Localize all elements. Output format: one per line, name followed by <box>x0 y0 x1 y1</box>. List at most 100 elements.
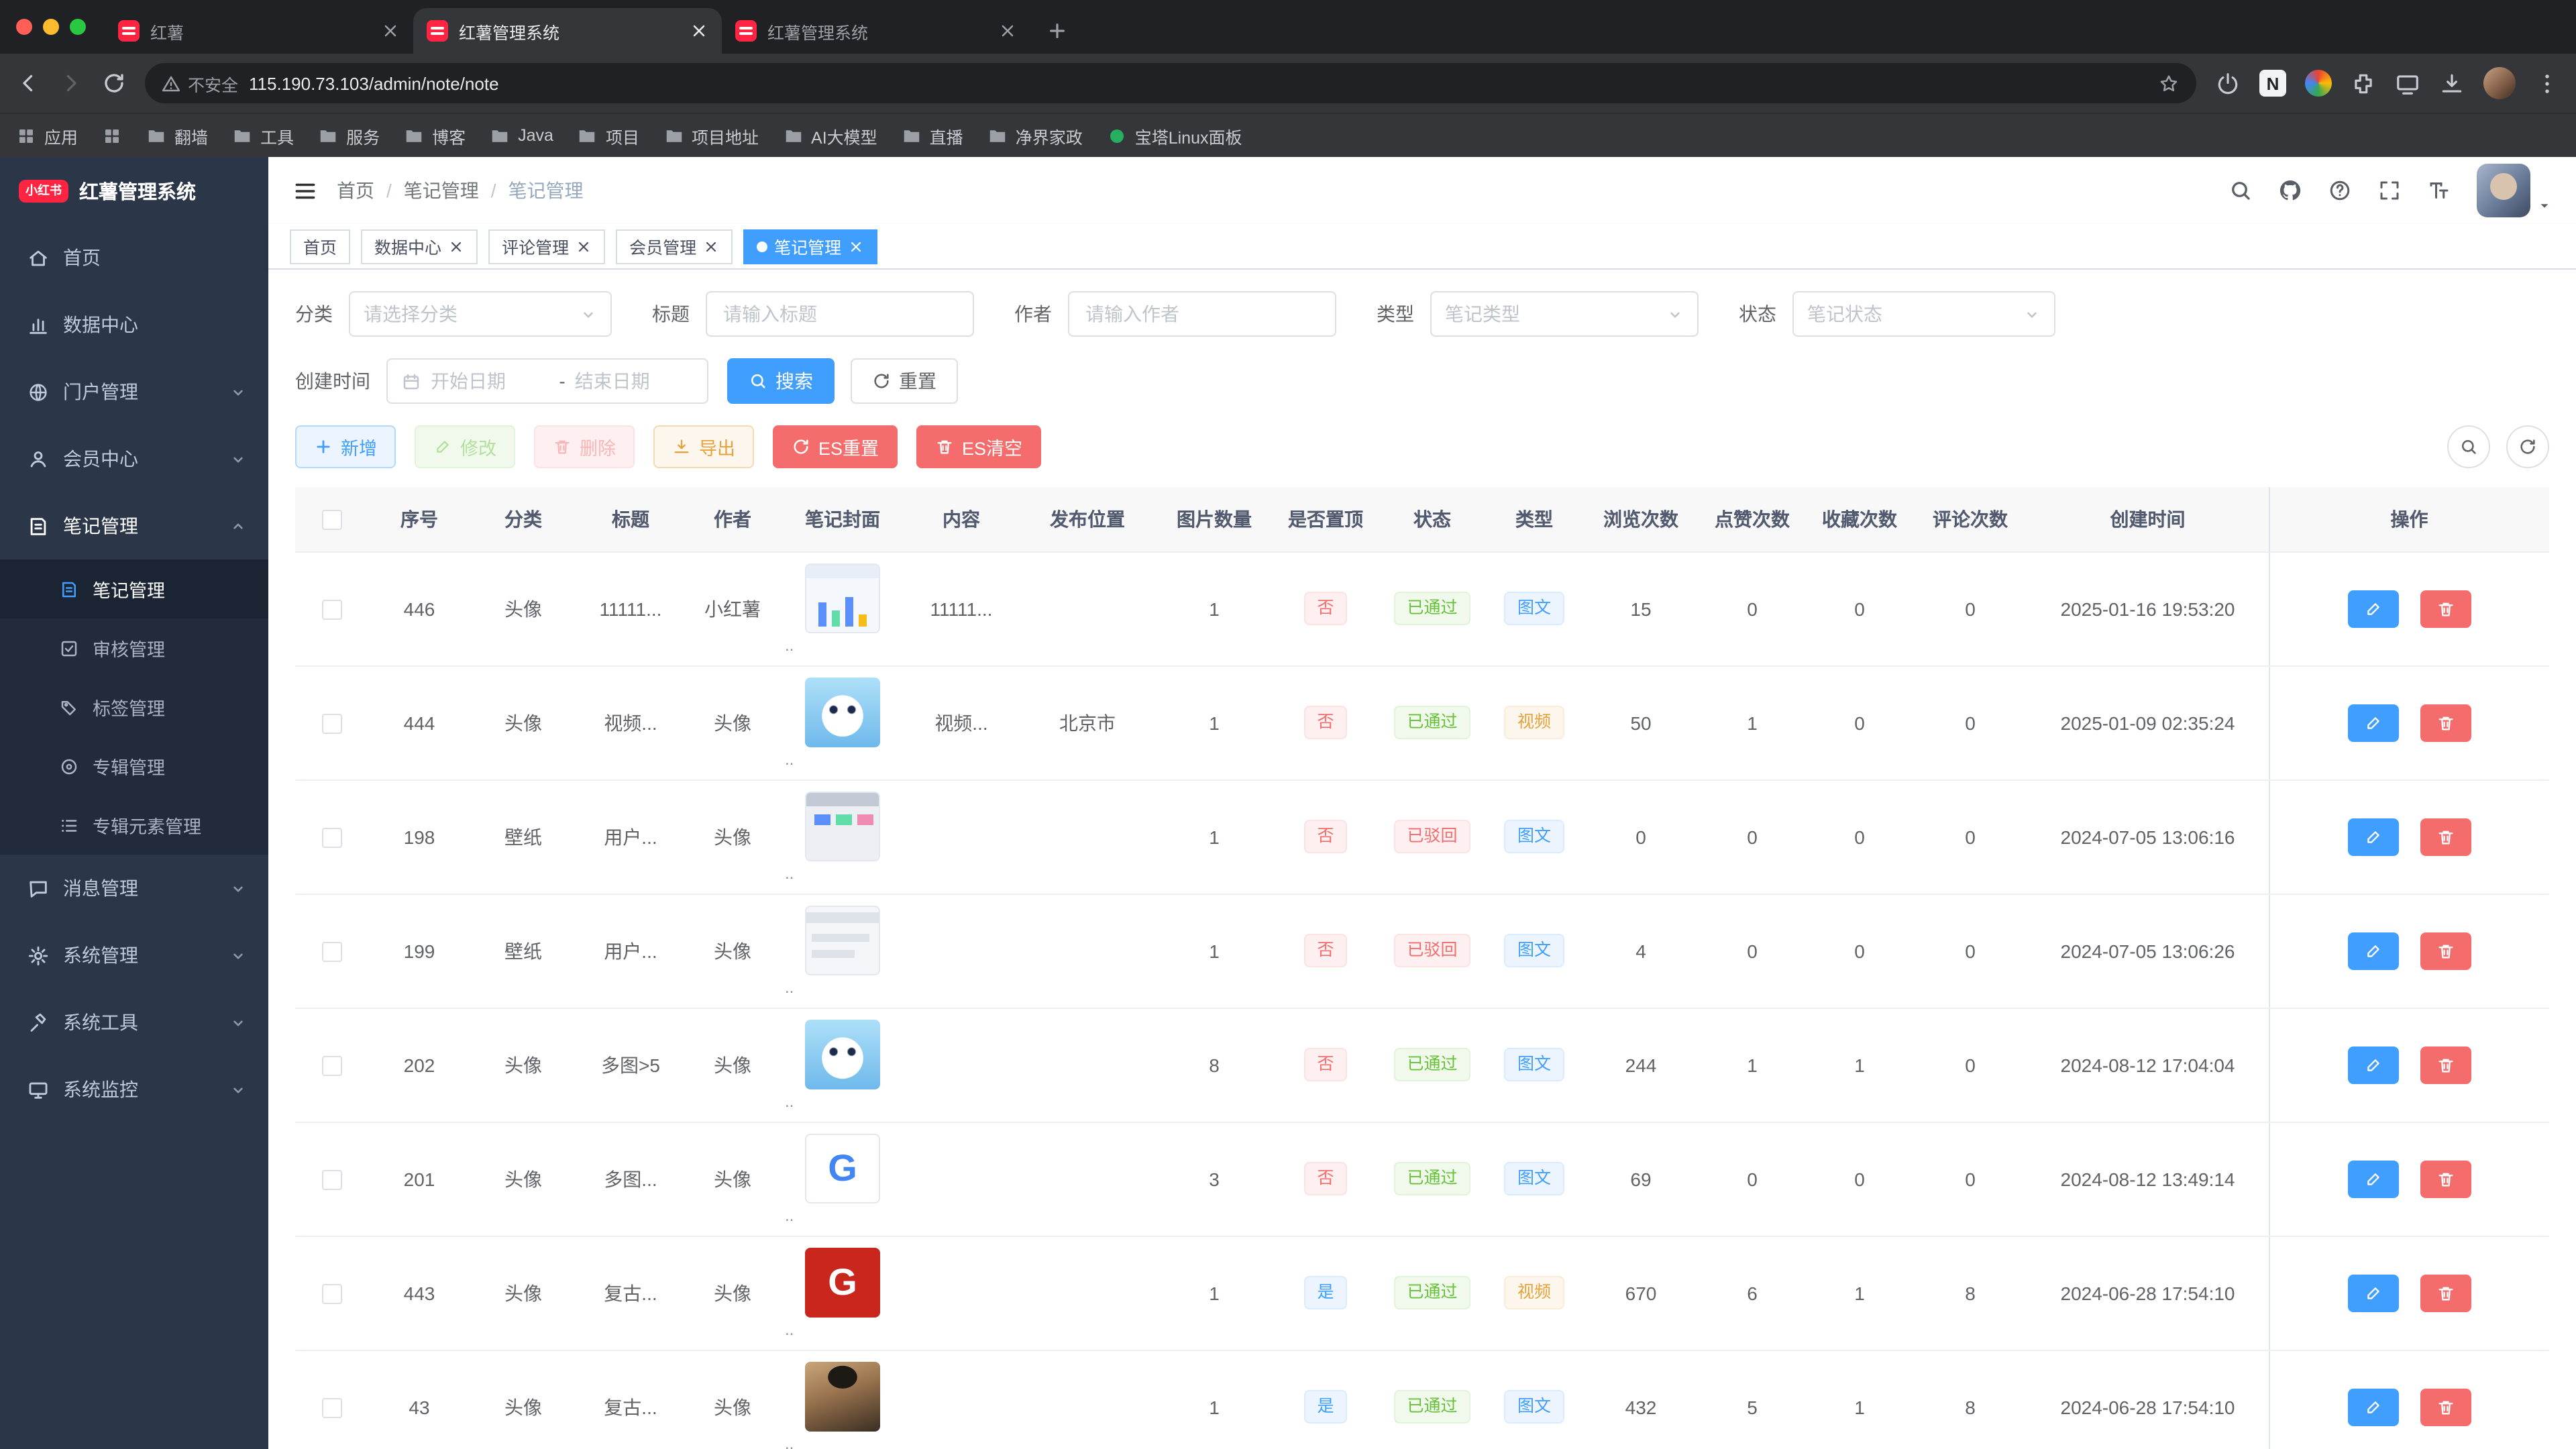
note-cover-image[interactable] <box>805 792 880 861</box>
bookmark-star-icon[interactable] <box>2157 72 2180 95</box>
export-button[interactable]: 导出 <box>653 425 754 468</box>
row-edit-button[interactable] <box>2348 1274 2399 1311</box>
title-input[interactable] <box>706 291 974 337</box>
breadcrumb-item[interactable]: 笔记管理 <box>374 177 479 204</box>
url-text[interactable]: 115.190.73.103/admin/note/note <box>249 73 2147 93</box>
note-cover-image[interactable] <box>805 564 880 633</box>
sidebar-toggle-icon[interactable] <box>292 178 318 203</box>
sidebar-item-member[interactable]: 会员中心 <box>0 425 268 492</box>
search-button[interactable]: 搜索 <box>727 358 835 404</box>
window-minimize-button[interactable] <box>43 19 59 35</box>
es-reset-button[interactable]: ES重置 <box>773 425 898 468</box>
forward-icon[interactable] <box>59 71 83 95</box>
row-edit-button[interactable] <box>2348 1388 2399 1426</box>
sidebar-item-message[interactable]: 消息管理 <box>0 855 268 922</box>
tag-item[interactable]: 数据中心 <box>361 229 478 264</box>
sidebar-item-portal[interactable]: 门户管理 <box>0 358 268 425</box>
user-menu[interactable] <box>2477 164 2552 217</box>
back-icon[interactable] <box>16 71 40 95</box>
reset-button[interactable]: 重置 <box>851 358 958 404</box>
row-delete-button[interactable] <box>2420 818 2471 855</box>
note-cover-image[interactable]: G <box>805 1134 880 1203</box>
row-edit-button[interactable] <box>2348 932 2399 969</box>
tab-close-icon[interactable] <box>381 21 400 40</box>
sidebar-item-system[interactable]: 系统管理 <box>0 922 268 989</box>
author-input[interactable] <box>1068 291 1336 337</box>
n-extension-badge[interactable]: N <box>2259 70 2286 97</box>
row-edit-button[interactable] <box>2348 1046 2399 1083</box>
bookmark-item[interactable]: 博客 <box>404 123 466 148</box>
tab-close-icon[interactable] <box>998 21 1017 40</box>
bookmark-item[interactable]: 宝塔Linux面板 <box>1107 123 1242 148</box>
header-search-icon[interactable] <box>2229 178 2253 203</box>
profile-avatar[interactable] <box>2483 67 2516 99</box>
tag-item[interactable]: 首页 <box>290 229 350 264</box>
bookmark-item[interactable]: Java <box>490 125 553 146</box>
status-select[interactable]: 笔记状态 <box>1792 291 2055 337</box>
tag-close-icon[interactable] <box>848 238 864 254</box>
row-checkbox[interactable] <box>322 942 342 962</box>
sidebar-item-album[interactable]: 专辑管理 <box>0 737 268 796</box>
fullscreen-icon[interactable] <box>2377 178 2402 203</box>
row-delete-button[interactable] <box>2420 1046 2471 1083</box>
sidebar-item-monitor[interactable]: 系统监控 <box>0 1056 268 1123</box>
sidebar-item-tag[interactable]: 标签管理 <box>0 678 268 737</box>
help-icon[interactable] <box>2328 178 2352 203</box>
browser-tab-admin-active[interactable]: 红薯管理系统 <box>413 8 722 54</box>
font-size-icon[interactable] <box>2427 178 2451 203</box>
es-clear-button[interactable]: ES清空 <box>916 425 1041 468</box>
tag-close-icon[interactable] <box>703 238 719 254</box>
puzzle-icon[interactable] <box>2351 70 2376 96</box>
sidebar-item-data-center[interactable]: 数据中心 <box>0 291 268 358</box>
cast-icon[interactable] <box>2395 70 2420 96</box>
row-checkbox[interactable] <box>322 600 342 620</box>
row-delete-button[interactable] <box>2420 590 2471 627</box>
window-close-button[interactable] <box>16 19 32 35</box>
window-zoom-button[interactable] <box>70 19 86 35</box>
tag-close-icon[interactable] <box>448 238 464 254</box>
row-edit-button[interactable] <box>2348 1160 2399 1197</box>
row-delete-button[interactable] <box>2420 932 2471 969</box>
sidebar-item-home[interactable]: 首页 <box>0 224 268 291</box>
bookmark-item[interactable]: 工具 <box>232 123 294 148</box>
power-icon[interactable] <box>2215 70 2241 96</box>
note-cover-image[interactable] <box>805 1020 880 1089</box>
type-select[interactable]: 笔记类型 <box>1430 291 1699 337</box>
bookmark-item[interactable]: 直播 <box>902 123 963 148</box>
note-cover-image[interactable] <box>805 678 880 747</box>
add-button[interactable]: 新增 <box>295 425 396 468</box>
tag-close-icon[interactable] <box>576 238 592 254</box>
bookmark-item[interactable]: 翻墙 <box>146 123 208 148</box>
row-checkbox[interactable] <box>322 1170 342 1190</box>
category-select[interactable]: 请选择分类 <box>349 291 612 337</box>
row-checkbox[interactable] <box>322 828 342 848</box>
tag-item[interactable]: 笔记管理 <box>743 229 877 264</box>
row-checkbox[interactable] <box>322 1056 342 1076</box>
profile-sphere-icon[interactable] <box>2305 70 2332 97</box>
note-cover-image[interactable] <box>805 1362 880 1432</box>
sidebar-item-audit[interactable]: 审核管理 <box>0 619 268 678</box>
breadcrumb-item[interactable]: 首页 <box>337 177 374 204</box>
toggle-search-button[interactable] <box>2447 425 2490 468</box>
bookmark-item[interactable] <box>102 125 122 146</box>
download-icon[interactable] <box>2439 70 2465 96</box>
date-range-picker[interactable]: 开始日期 - 结束日期 <box>386 358 708 404</box>
row-delete-button[interactable] <box>2420 704 2471 741</box>
row-delete-button[interactable] <box>2420 1160 2471 1197</box>
row-delete-button[interactable] <box>2420 1274 2471 1311</box>
security-indicator[interactable]: 不安全 <box>161 70 238 96</box>
row-edit-button[interactable] <box>2348 818 2399 855</box>
sidebar-item-tools[interactable]: 系统工具 <box>0 989 268 1056</box>
row-edit-button[interactable] <box>2348 590 2399 627</box>
row-checkbox[interactable] <box>322 714 342 734</box>
bookmark-item[interactable]: 项目 <box>578 123 639 148</box>
note-cover-image[interactable] <box>805 906 880 975</box>
edit-button[interactable]: 修改 <box>415 425 515 468</box>
browser-tab-hongshu[interactable]: 红薯 <box>105 8 413 54</box>
refresh-table-button[interactable] <box>2506 425 2549 468</box>
browser-tab-admin[interactable]: 红薯管理系统 <box>722 8 1030 54</box>
address-bar[interactable]: 不安全 115.190.73.103/admin/note/note <box>145 63 2196 103</box>
reload-icon[interactable] <box>102 71 126 95</box>
select-all-checkbox[interactable] <box>322 510 342 530</box>
tag-item[interactable]: 会员管理 <box>616 229 733 264</box>
